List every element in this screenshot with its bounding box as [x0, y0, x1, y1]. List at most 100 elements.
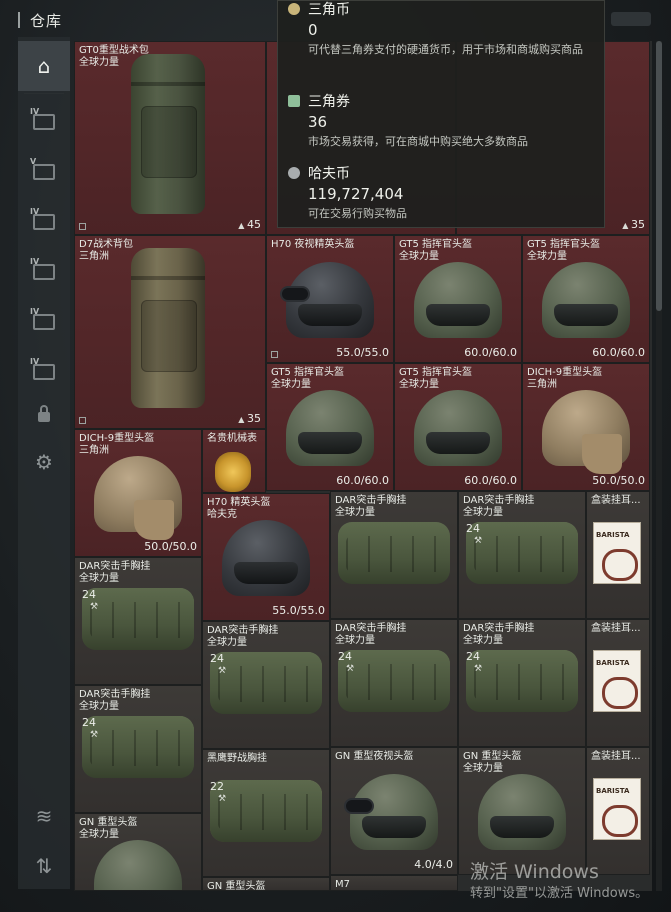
item-faction: 全球力量	[335, 507, 375, 518]
item-backpack-d7[interactable]: D7战术背包 三角洲 35	[74, 235, 266, 429]
currency-name: 三角币	[308, 2, 350, 18]
currency-tooltip: 三角币 0 可代替三角券支付的硬通货币，用于市场和商城购买商品 三角券 36 市…	[277, 0, 605, 228]
item-faction: 全球力量	[79, 573, 119, 584]
item-faction: 三角洲	[79, 445, 109, 456]
currency-title: 三角券	[288, 91, 350, 111]
item-name: DAR突击手胸挂	[335, 495, 407, 506]
item-vest-dar[interactable]: DAR突击手胸挂 全球力量 24	[74, 685, 202, 813]
item-name: GN 重型头盔	[79, 817, 138, 828]
item-capacity: 45	[238, 218, 261, 231]
item-name: DAR突击手胸挂	[463, 495, 535, 506]
sidebar-item-layers[interactable]: ≋	[18, 791, 70, 841]
sidebar-item-locked[interactable]	[18, 389, 70, 439]
item-backpack-gt0[interactable]: GT0重型战术包 全球力量 45	[74, 41, 266, 235]
item-faction: 全球力量	[527, 251, 567, 262]
item-vest-dar[interactable]: DAR突击手胸挂 全球力量	[330, 491, 458, 619]
item-tag-icon	[271, 351, 278, 358]
item-coffee-box[interactable]: 盒装挂耳...	[586, 747, 650, 875]
item-helmet-gt5[interactable]: GT5 指挥官头盔 全球力量 60.0/60.0	[394, 363, 522, 491]
item-name: DAR突击手胸挂	[207, 625, 279, 636]
tier-label: V	[30, 157, 37, 166]
tier-label: IV	[30, 107, 40, 116]
item-durability: 60.0/60.0	[592, 346, 645, 359]
sidebar-item-storage-5[interactable]: IV	[18, 297, 70, 347]
item-name: GN 重型夜视头盔	[335, 751, 414, 762]
item-name: H70 精英头盔	[207, 497, 271, 508]
item-helmet-h70[interactable]: H70 精英头盔 哈夫克 55.0/55.0	[202, 493, 330, 621]
item-vest-dar[interactable]: DAR突击手胸挂 全球力量 24	[330, 619, 458, 747]
title-decoration	[611, 12, 651, 26]
currency-title: 三角币	[288, 0, 350, 19]
item-vest-dar[interactable]: DAR突击手胸挂 全球力量 24	[458, 619, 586, 747]
item-name: GN 重型头盔	[463, 751, 522, 762]
item-tag-icon	[79, 417, 86, 424]
title-accent	[18, 12, 20, 28]
lock-icon	[38, 405, 50, 422]
item-helmet-gt5[interactable]: GT5 指挥官头盔 全球力量 60.0/60.0	[394, 235, 522, 363]
item-name: DAR突击手胸挂	[335, 623, 407, 634]
item-vest-dar[interactable]: DAR突击手胸挂 全球力量 24	[202, 621, 330, 749]
item-slots: 24	[466, 650, 578, 712]
item-m7-partial[interactable]: M7	[330, 875, 458, 891]
item-helmet-dich9[interactable]: DICH-9重型头盔 三角洲 50.0/50.0	[74, 429, 202, 557]
item-helmet-gt5[interactable]: GT5 指挥官头盔 全球力量 60.0/60.0	[266, 363, 394, 491]
item-tag-icon	[79, 223, 86, 230]
helmet-image	[222, 520, 310, 596]
item-vest-dar[interactable]: DAR突击手胸挂 全球力量 24	[458, 491, 586, 619]
item-durability: 60.0/60.0	[336, 474, 389, 487]
item-slots: 22	[210, 780, 322, 842]
item-faction: 全球力量	[79, 701, 119, 712]
sidebar-item-home[interactable]: ⌂	[18, 41, 70, 91]
item-durability: 55.0/55.0	[336, 346, 389, 359]
sidebar-item-sort[interactable]: ⇅	[18, 841, 70, 891]
item-vest-blackhawk[interactable]: 黑鹰野战胸挂 22	[202, 749, 330, 877]
item-slots: 24	[338, 650, 450, 712]
item-helmet-gn-nv[interactable]: GN 重型夜视头盔 4.0/4.0	[330, 747, 458, 875]
item-luxury-watch[interactable]: 名贵机械表	[202, 429, 266, 493]
sidebar-item-storage-2[interactable]: V	[18, 147, 70, 197]
currency-value: 36	[308, 113, 328, 131]
currency-value: 119,727,404	[308, 185, 404, 203]
backpack-image	[131, 248, 205, 408]
coffee-box-image	[593, 522, 641, 584]
item-name: GN 重型头盔	[207, 881, 266, 891]
helmet-image	[542, 262, 630, 338]
currency-value: 0	[308, 21, 318, 39]
item-helmet-gn[interactable]: GN 重型头盔 全球力量	[74, 813, 202, 891]
sidebar-item-settings[interactable]: ⚙	[18, 437, 70, 487]
item-faction: 三角洲	[527, 379, 557, 390]
triangle-coin-icon	[288, 3, 300, 15]
scrollbar-thumb[interactable]	[656, 41, 662, 311]
item-helmet-dich9[interactable]: DICH-9重型头盔 三角洲 50.0/50.0	[522, 363, 650, 491]
item-faction: 全球力量	[79, 829, 119, 840]
scrollbar[interactable]	[656, 41, 662, 891]
item-helmet-gn[interactable]: GN 重型头盔 全球力量	[458, 747, 586, 875]
page-title: 仓库	[30, 11, 63, 30]
item-name: DICH-9重型头盔	[527, 367, 603, 378]
sidebar-item-storage-4[interactable]: IV	[18, 247, 70, 297]
item-coffee-box[interactable]: 盒装挂耳...	[586, 491, 650, 619]
item-faction: 哈夫克	[207, 509, 237, 520]
item-name: GT5 指挥官头盔	[399, 367, 473, 378]
item-durability: 60.0/60.0	[464, 474, 517, 487]
currency-description: 市场交易获得，可在商城中购买绝大多数商品	[308, 135, 528, 148]
item-helmet-h70-nv[interactable]: H70 夜视精英头盔 55.0/55.0	[266, 235, 394, 363]
item-coffee-box[interactable]: 盒装挂耳...	[586, 619, 650, 747]
tier-label: IV	[30, 307, 40, 316]
item-faction: 全球力量	[79, 57, 119, 68]
sidebar-item-storage-1[interactable]: IV	[18, 97, 70, 147]
sidebar: ⌂ IV V IV IV IV IV ⚙ ≋ ⇅	[18, 37, 70, 889]
item-name: 黑鹰野战胸挂	[207, 753, 267, 764]
item-name: H70 夜视精英头盔	[271, 239, 355, 250]
item-faction: 三角洲	[79, 251, 109, 262]
sidebar-item-storage-3[interactable]: IV	[18, 197, 70, 247]
item-helmet-gt5[interactable]: GT5 指挥官头盔 全球力量 60.0/60.0	[522, 235, 650, 363]
item-helmet-gn-partial[interactable]: GN 重型头盔	[202, 877, 330, 891]
storage-icon	[33, 114, 55, 130]
backpack-image	[131, 54, 205, 214]
item-slots: 24	[466, 522, 578, 584]
item-durability: 4.0/4.0	[414, 858, 453, 871]
item-vest-dar[interactable]: DAR突击手胸挂 全球力量 24	[74, 557, 202, 685]
helmet-image	[286, 390, 374, 466]
activation-watermark-hint: 转到"设置"以激活 Windows。	[470, 886, 649, 901]
